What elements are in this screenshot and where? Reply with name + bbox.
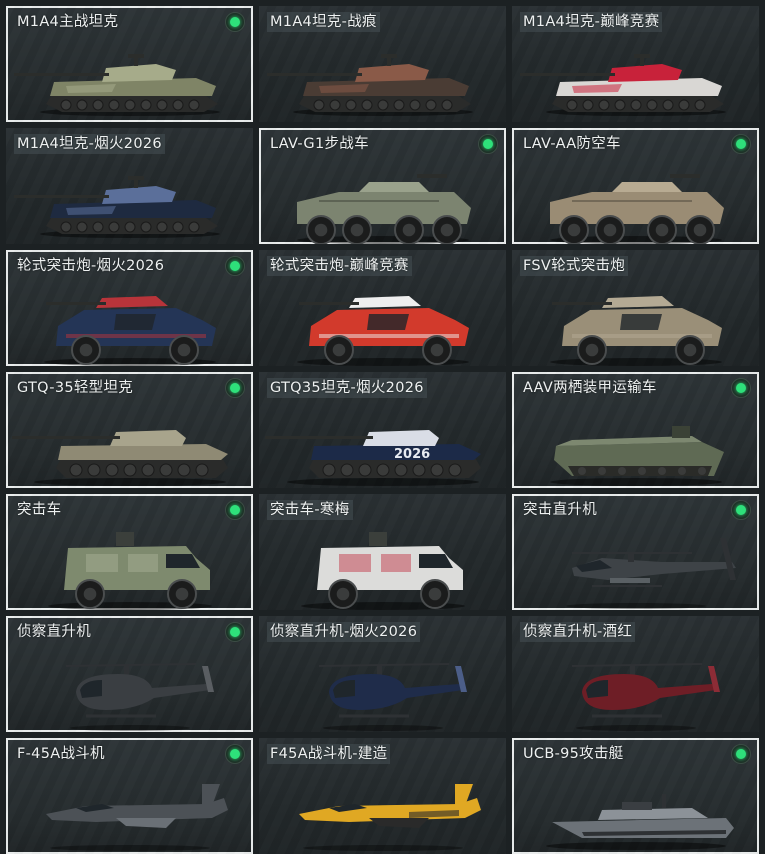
vehicle-card[interactable]: 轮式突击炮-烟火2026 — [6, 250, 253, 366]
owned-indicator-icon — [225, 500, 245, 520]
vehicle-image — [6, 152, 253, 244]
vehicle-name: FSV轮式突击炮 — [520, 256, 629, 276]
scout-silhouette-icon — [318, 663, 467, 731]
vehicle-card[interactable]: 突击车 — [6, 494, 253, 610]
jet-silhouette-icon — [46, 784, 228, 851]
vehicle-card[interactable]: M1A4主战坦克 — [6, 6, 253, 122]
scout-silhouette-icon — [571, 663, 720, 731]
vehicle-card[interactable]: 侦察直升机-酒红 — [512, 616, 759, 732]
vehicle-name: 轮式突击炮-巅峰竞赛 — [267, 256, 412, 276]
vehicle-image — [512, 518, 759, 610]
vehicle-card[interactable]: LAV-AA防空车 — [512, 128, 759, 244]
heli-silhouette-icon — [566, 538, 736, 609]
vehicle-name: M1A4坦克-战痕 — [267, 12, 380, 32]
vehicle-card[interactable]: AAV两栖装甲运输车 — [512, 372, 759, 488]
vehicle-name: AAV两栖装甲运输车 — [523, 380, 657, 396]
vehicle-name: UCB-95攻击艇 — [523, 746, 624, 762]
lighttank-silhouette-icon — [12, 430, 228, 486]
owned-indicator-icon — [225, 622, 245, 642]
vehicle-image — [512, 396, 759, 488]
mrap-silhouette-icon — [301, 532, 465, 610]
scout-silhouette-icon — [65, 663, 214, 731]
vehicle-image — [6, 640, 253, 732]
apc8-silhouette-icon — [297, 174, 471, 244]
vehicle-name: M1A4坦克-巅峰竞赛 — [520, 12, 663, 32]
owned-indicator-icon — [225, 378, 245, 398]
vehicle-image — [6, 396, 253, 488]
vehicle-card[interactable]: M1A4坦克-战痕 — [259, 6, 506, 122]
vehicle-image: 2026 — [259, 396, 506, 488]
vehicle-image — [259, 152, 506, 244]
vehicle-image — [512, 274, 759, 366]
vehicle-name: 侦察直升机 — [17, 624, 91, 640]
tank-silhouette-icon — [267, 54, 473, 116]
owned-indicator-icon — [225, 744, 245, 764]
tank-silhouette-icon — [14, 54, 220, 116]
car4-silhouette-icon — [550, 296, 722, 366]
vehicle-name: GTQ-35轻型坦克 — [17, 380, 134, 396]
vehicle-card[interactable]: LAV-G1步战车 — [259, 128, 506, 244]
vehicle-name: 侦察直升机-酒红 — [520, 622, 636, 642]
vehicle-image — [512, 152, 759, 244]
vehicle-card[interactable]: 突击直升机 — [512, 494, 759, 610]
mrap-silhouette-icon — [48, 532, 212, 610]
vehicle-name: 突击直升机 — [523, 502, 597, 518]
vehicle-card[interactable]: F45A战斗机-建造 — [259, 738, 506, 854]
vehicle-image — [6, 30, 253, 122]
owned-indicator-icon — [225, 12, 245, 32]
vehicle-card[interactable]: FSV轮式突击炮 — [512, 250, 759, 366]
vehicle-card[interactable]: 侦察直升机 — [6, 616, 253, 732]
vehicle-name: M1A4主战坦克 — [17, 14, 119, 30]
vehicle-name: M1A4坦克-烟火2026 — [14, 134, 165, 154]
vehicle-card[interactable]: F-45A战斗机 — [6, 738, 253, 854]
vehicle-image — [6, 518, 253, 610]
vehicle-name: F45A战斗机-建造 — [267, 744, 391, 764]
owned-indicator-icon — [731, 134, 751, 154]
car4-silhouette-icon — [44, 296, 216, 366]
owned-indicator-icon — [225, 256, 245, 276]
vehicle-card[interactable]: 2026 GTQ35坦克-烟火2026 — [259, 372, 506, 488]
apc8-silhouette-icon — [550, 174, 724, 244]
vehicle-name: LAV-AA防空车 — [523, 136, 621, 152]
vehicle-card[interactable]: M1A4坦克-烟火2026 — [6, 128, 253, 244]
vehicle-name: 突击车-寒梅 — [267, 500, 353, 520]
jet-silhouette-icon — [299, 784, 481, 851]
vehicle-name: 轮式突击炮-烟火2026 — [17, 258, 165, 274]
owned-indicator-icon — [731, 500, 751, 520]
tank-silhouette-icon — [520, 54, 726, 116]
vehicle-image — [512, 762, 759, 854]
vehicle-name: 突击车 — [17, 502, 62, 518]
vehicle-card[interactable]: UCB-95攻击艇 — [512, 738, 759, 854]
svg-text:2026: 2026 — [394, 447, 430, 462]
vehicle-image — [259, 274, 506, 366]
vehicle-name: LAV-G1步战车 — [270, 136, 369, 152]
vehicle-image — [512, 640, 759, 732]
vehicle-card[interactable]: M1A4坦克-巅峰竞赛 — [512, 6, 759, 122]
vehicle-grid: M1A4主战坦克 M1A4坦克-战痕 M1A4坦克-巅峰竞赛 M1A4坦克-烟火… — [6, 6, 759, 854]
vehicle-card[interactable]: GTQ-35轻型坦克 — [6, 372, 253, 488]
vehicle-image — [259, 30, 506, 122]
tank-silhouette-icon — [14, 176, 220, 238]
lighttank-silhouette-icon: 2026 — [265, 430, 481, 486]
vehicle-image — [259, 518, 506, 610]
vehicle-image — [6, 762, 253, 854]
vehicle-name: GTQ35坦克-烟火2026 — [267, 378, 427, 398]
vehicle-card[interactable]: 侦察直升机-烟火2026 — [259, 616, 506, 732]
vehicle-card[interactable]: 突击车-寒梅 — [259, 494, 506, 610]
vehicle-image — [6, 274, 253, 366]
vehicle-name: 侦察直升机-烟火2026 — [267, 622, 421, 642]
owned-indicator-icon — [731, 744, 751, 764]
amph-silhouette-icon — [550, 426, 724, 486]
owned-indicator-icon — [478, 134, 498, 154]
car4-silhouette-icon — [297, 296, 469, 366]
vehicle-image — [259, 640, 506, 732]
owned-indicator-icon — [731, 378, 751, 398]
vehicle-card[interactable]: 轮式突击炮-巅峰竞赛 — [259, 250, 506, 366]
boat-silhouette-icon — [546, 794, 734, 850]
vehicle-name: F-45A战斗机 — [17, 746, 105, 762]
vehicle-image — [512, 30, 759, 122]
vehicle-image — [259, 762, 506, 854]
